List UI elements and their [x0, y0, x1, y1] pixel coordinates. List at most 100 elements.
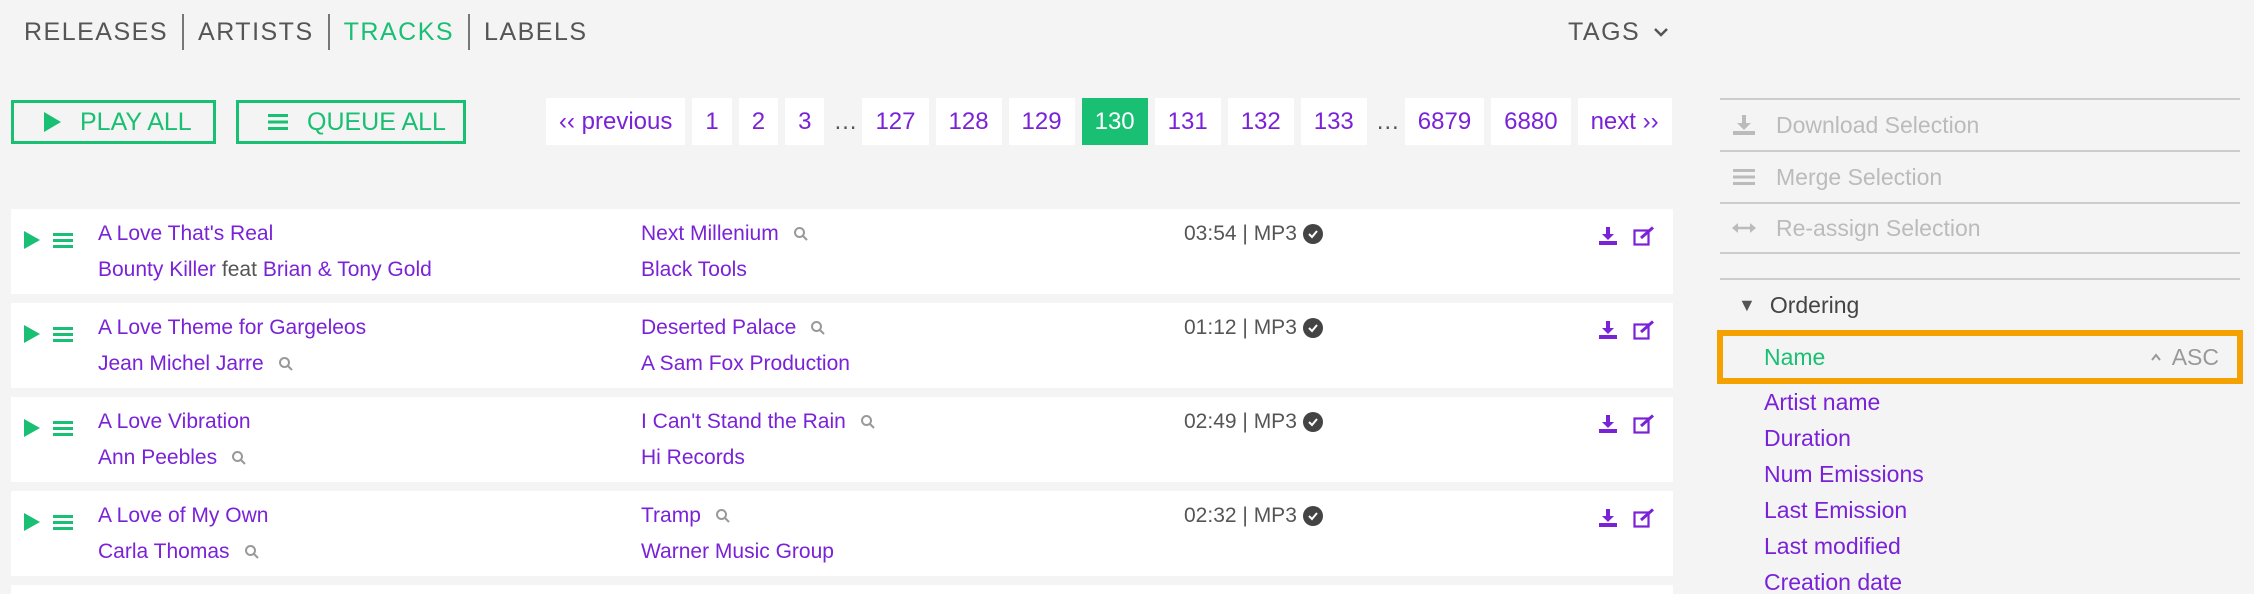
label-link[interactable]: Black Tools	[641, 258, 747, 282]
play-icon[interactable]	[22, 511, 42, 533]
page-link[interactable]: 132	[1227, 98, 1294, 145]
edit-icon[interactable]	[1633, 508, 1655, 528]
track-meta: 01:12 | MP3	[1184, 316, 1323, 340]
order-by-creation-date[interactable]: Creation date	[1720, 564, 2240, 594]
page-link[interactable]: 1	[692, 98, 732, 145]
track-row: A Love That's Real Bounty Killer feat Br…	[11, 209, 1673, 294]
page-link[interactable]: 133	[1300, 98, 1367, 145]
page-link[interactable]: 127	[862, 98, 929, 145]
order-by-last-modified[interactable]: Last modified	[1720, 528, 2240, 564]
current-page[interactable]: 130	[1081, 98, 1148, 145]
track-title-link[interactable]: A Love That's Real	[98, 222, 273, 246]
search-icon[interactable]	[244, 544, 260, 560]
triangle-down-icon: ▼	[1738, 294, 1756, 315]
queue-all-label: QUEUE ALL	[307, 107, 446, 136]
track-artist: Ann Peebles	[98, 446, 247, 470]
order-by-last-emission[interactable]: Last Emission	[1720, 492, 2240, 528]
track-artist: Bounty Killer feat Brian & Tony Gold	[98, 258, 432, 282]
merge-selection-label: Merge Selection	[1776, 163, 1943, 190]
play-icon[interactable]	[22, 417, 42, 439]
release-link[interactable]: Next Millenium	[641, 222, 779, 246]
search-icon[interactable]	[860, 414, 876, 430]
sort-direction[interactable]: ASC	[2150, 344, 2219, 371]
ordering-toggle[interactable]: ▼ Ordering	[1720, 280, 2240, 330]
next-page-link[interactable]: next ››	[1577, 98, 1672, 145]
track-list: A Love That's Real Bounty Killer feat Br…	[11, 209, 1673, 594]
order-by-artist-name[interactable]: Artist name	[1720, 384, 2240, 420]
page-link[interactable]: 129	[1008, 98, 1075, 145]
previous-page-link[interactable]: ‹‹ previous	[546, 98, 686, 145]
queue-icon[interactable]	[53, 231, 73, 249]
label-link[interactable]: Warner Music Group	[641, 540, 834, 564]
play-icon[interactable]	[22, 229, 42, 251]
track-title-link[interactable]: A Love Vibration	[98, 410, 251, 434]
ordering-panel: ▼ Ordering Name ASC Artist name Duration…	[1717, 278, 2243, 594]
track-format: MP3	[1253, 410, 1297, 433]
queue-icon[interactable]	[53, 325, 73, 343]
release-link[interactable]: Tramp	[641, 504, 701, 528]
order-by-num-emissions[interactable]: Num Emissions	[1720, 456, 2240, 492]
order-by-name[interactable]: Name ASC	[1717, 330, 2243, 384]
queue-all-button[interactable]: QUEUE ALL	[236, 100, 466, 144]
page-link[interactable]: 6880	[1491, 98, 1571, 145]
release-link[interactable]: Deserted Palace	[641, 316, 796, 340]
search-icon[interactable]	[278, 356, 294, 372]
download-icon[interactable]	[1598, 320, 1618, 340]
download-icon[interactable]	[1598, 414, 1618, 434]
tags-dropdown[interactable]: TAGS	[1568, 14, 1670, 50]
track-title-link[interactable]: A Love Theme for Gargeleos	[98, 316, 366, 340]
play-all-label: PLAY ALL	[80, 107, 192, 136]
play-all-button[interactable]: PLAY ALL	[11, 100, 216, 144]
page-link[interactable]: 131	[1154, 98, 1221, 145]
search-icon[interactable]	[793, 226, 809, 242]
track-release: Tramp	[641, 504, 731, 528]
reassign-selection-button[interactable]: Re-assign Selection	[1720, 202, 2240, 254]
artist-link[interactable]: Carla Thomas	[98, 540, 230, 564]
search-icon[interactable]	[231, 450, 247, 466]
label-link[interactable]: A Sam Fox Production	[641, 352, 850, 376]
track-artist: Carla Thomas	[98, 540, 260, 564]
merge-selection-button[interactable]: Merge Selection	[1720, 150, 2240, 202]
track-title-link[interactable]: A Love of My Own	[98, 504, 268, 528]
edit-icon[interactable]	[1633, 320, 1655, 340]
track-row: A Love Theme for Gargeleos Jean Michel J…	[11, 303, 1673, 388]
download-selection-button[interactable]: Download Selection	[1720, 98, 2240, 150]
download-icon[interactable]	[1598, 226, 1618, 246]
track-format: MP3	[1253, 222, 1297, 245]
list-icon	[1733, 169, 1755, 185]
check-icon	[1302, 506, 1323, 526]
artist-link[interactable]: Ann Peebles	[98, 446, 217, 470]
track-meta: 02:49 | MP3	[1184, 410, 1323, 434]
artist-link[interactable]: Bounty Killer	[98, 258, 216, 282]
edit-icon[interactable]	[1633, 226, 1655, 246]
nav-artists[interactable]: ARTISTS	[184, 14, 328, 50]
tags-label: TAGS	[1568, 17, 1641, 46]
order-by-duration[interactable]: Duration	[1720, 420, 2240, 456]
nav-tracks[interactable]: TRACKS	[330, 14, 468, 50]
check-icon	[1302, 224, 1323, 244]
edit-icon[interactable]	[1633, 414, 1655, 434]
arrows-horizontal-icon	[1732, 223, 1756, 233]
search-icon[interactable]	[715, 508, 731, 524]
queue-icon[interactable]	[53, 513, 73, 531]
page-link[interactable]: 6879	[1404, 98, 1485, 145]
download-icon[interactable]	[1598, 508, 1618, 528]
page-ellipsis: …	[833, 107, 858, 135]
release-link[interactable]: I Can't Stand the Rain	[641, 410, 846, 434]
nav-labels[interactable]: LABELS	[470, 14, 602, 50]
search-icon[interactable]	[810, 320, 826, 336]
label-link[interactable]: Hi Records	[641, 446, 745, 470]
track-row: A Love of My Own Carla Thomas Tramp Warn…	[11, 491, 1673, 576]
page-link[interactable]: 3	[785, 98, 825, 145]
nav-releases[interactable]: RELEASES	[24, 14, 182, 50]
track-release: Deserted Palace	[641, 316, 826, 340]
track-format: MP3	[1253, 316, 1297, 339]
feat-artist-link[interactable]: Brian & Tony Gold	[263, 258, 432, 282]
artist-link[interactable]: Jean Michel Jarre	[98, 352, 264, 376]
reassign-selection-label: Re-assign Selection	[1776, 214, 1981, 241]
page-link[interactable]: 2	[738, 98, 779, 145]
queue-icon[interactable]	[53, 419, 73, 437]
play-icon[interactable]	[22, 323, 42, 345]
page-link[interactable]: 128	[935, 98, 1002, 145]
check-icon	[1302, 412, 1323, 432]
